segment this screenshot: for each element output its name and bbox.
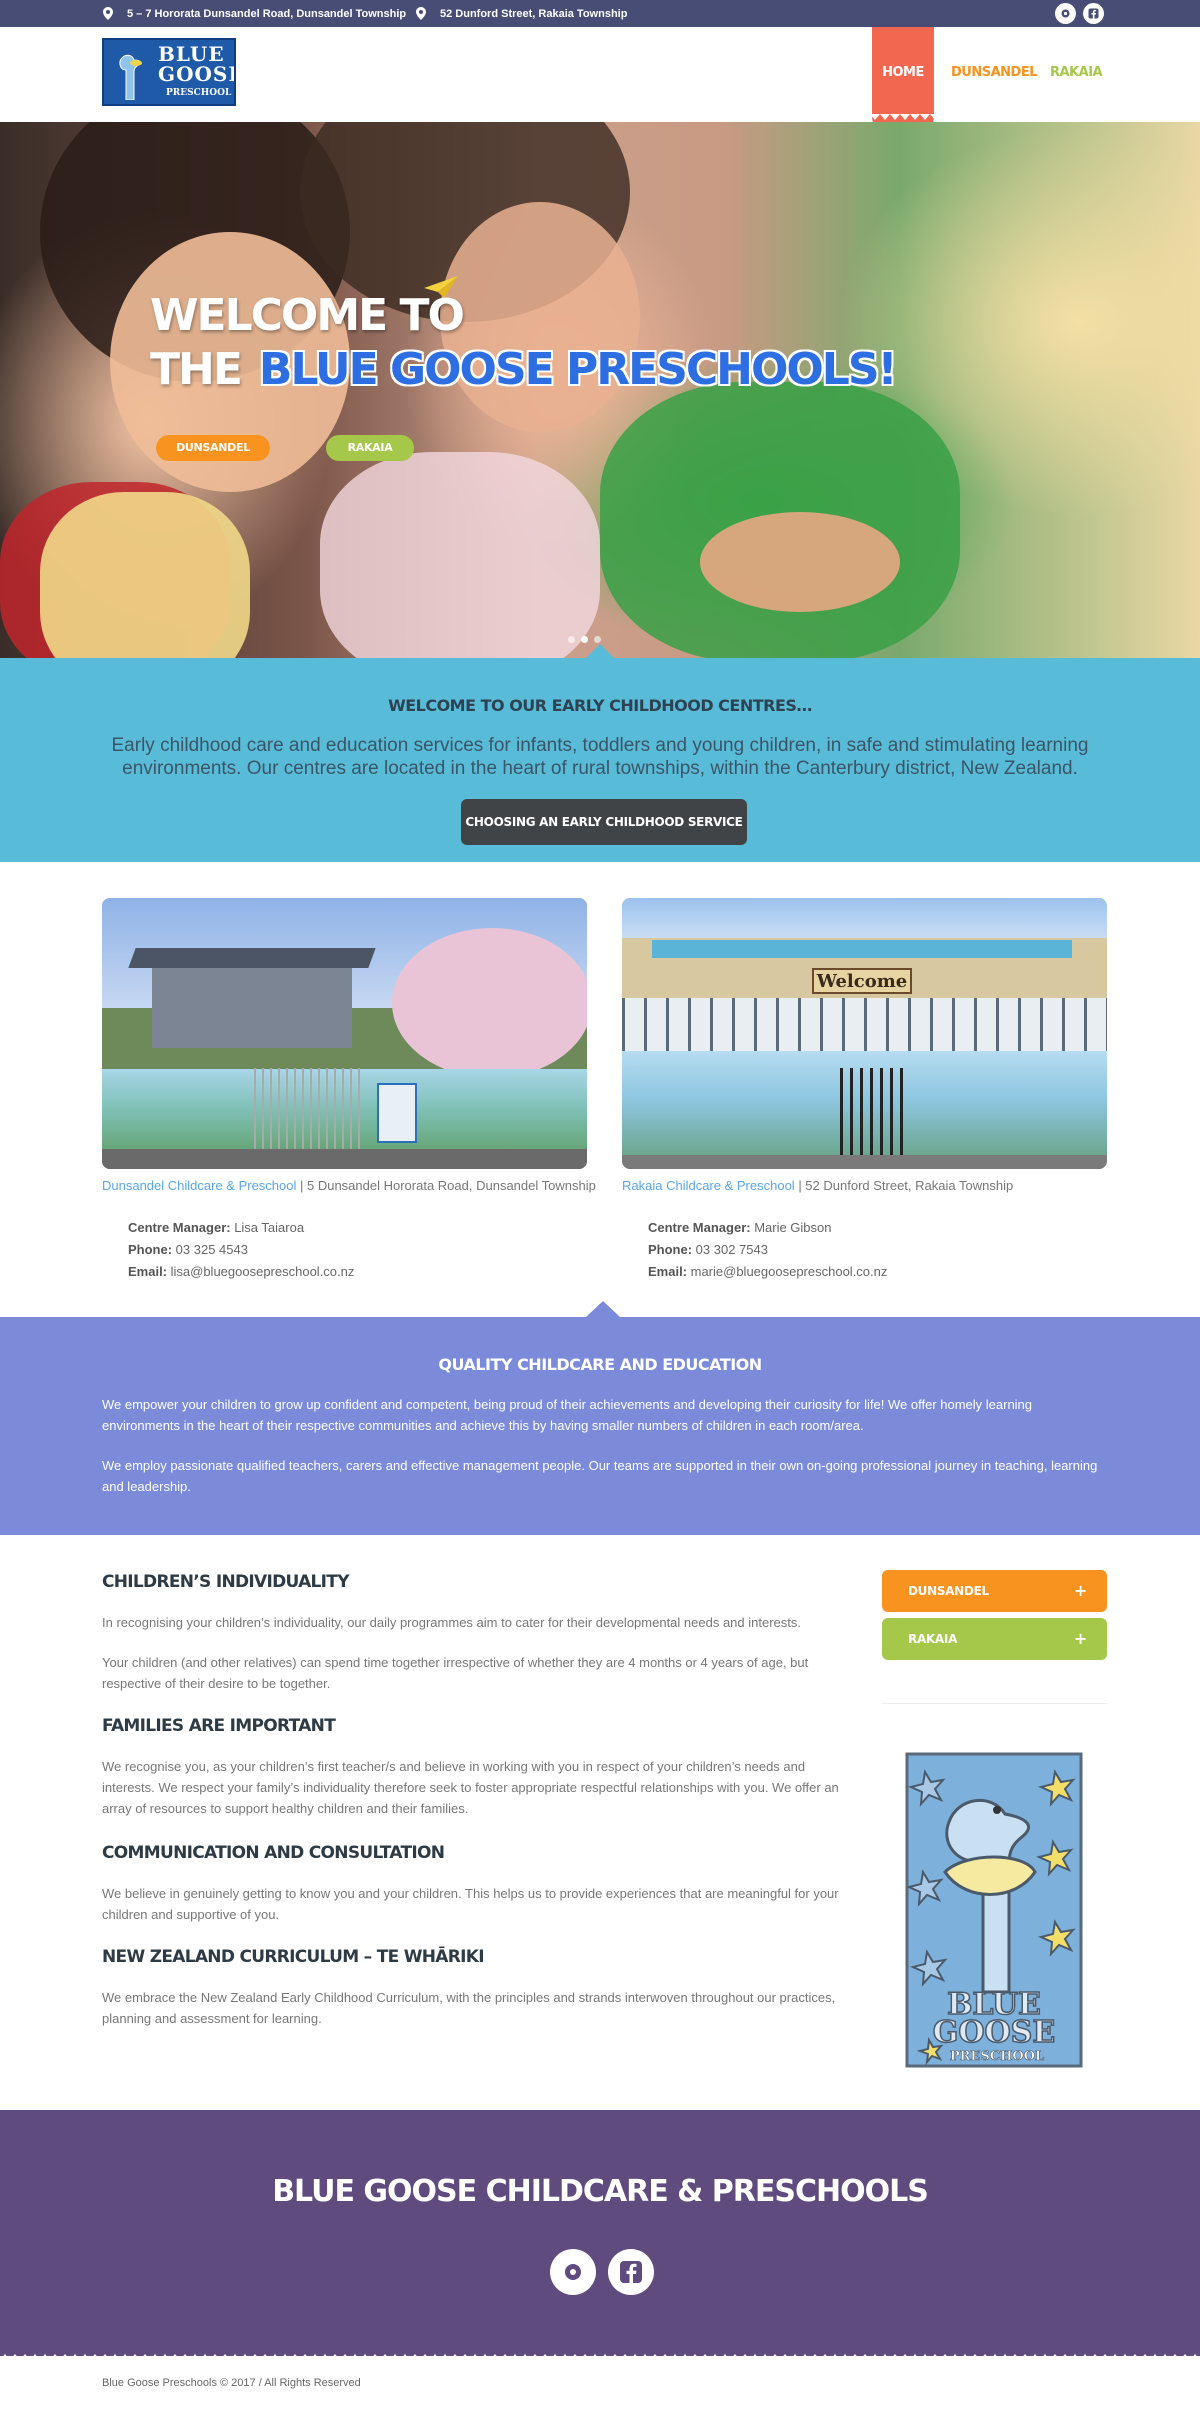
- address-dunsandel: 5 – 7 Hororata Dunsandel Road, Dunsandel…: [103, 7, 406, 20]
- manager-label: Centre Manager:: [128, 1220, 231, 1235]
- quality-paragraph-1: We empower your children to grow up conf…: [102, 1397, 1033, 1433]
- email-address[interactable]: marie@bluegoosepreschool.co.nz: [687, 1264, 888, 1279]
- footer-facebook-icon[interactable]: [608, 2249, 654, 2295]
- dunsandel-contact: Centre Manager: Lisa Taiaroa Phone: 03 3…: [128, 1217, 354, 1283]
- choosing-service-button[interactable]: CHOOSING AN EARLY CHILDHOOD SERVICE: [461, 799, 747, 845]
- email-address[interactable]: lisa@bluegoosepreschool.co.nz: [167, 1264, 355, 1279]
- phone-label: Phone:: [128, 1242, 173, 1257]
- paragraph-curriculum: We embrace the New Zealand Early Childho…: [102, 1990, 836, 2026]
- quality-heading: QUALITY CHILDCARE AND EDUCATION: [438, 1355, 762, 1374]
- rakaia-caption: Rakaia Childcare & Preschool | 52 Dunfor…: [622, 1178, 1013, 1193]
- heading-curriculum: NEW ZEALAND CURRICULUM – TE WHĀRIKI: [102, 1947, 485, 1967]
- hero-title-line2: THE BLUE GOOSE PRESCHOOLS!: [150, 344, 898, 395]
- logo-text-line2: GOOSE: [158, 62, 236, 86]
- heading-individuality: CHILDREN’S INDIVIDUALITY: [102, 1572, 350, 1592]
- accordion-label: DUNSANDEL: [908, 1584, 989, 1598]
- paragraph-communication: We believe in genuinely getting to know …: [102, 1886, 839, 1922]
- plus-icon: +: [1073, 1581, 1087, 1600]
- dunsandel-address: | 5 Dunsandel Hororata Road, Dunsandel T…: [296, 1178, 596, 1193]
- slider-dot[interactable]: [581, 636, 588, 643]
- dunsandel-centre-link[interactable]: Dunsandel Childcare & Preschool: [102, 1178, 296, 1193]
- heading-families: FAMILIES ARE IMPORTANT: [102, 1716, 336, 1736]
- rakaia-contact: Centre Manager: Marie Gibson Phone: 03 3…: [648, 1217, 887, 1283]
- rakaia-centre-link[interactable]: Rakaia Childcare & Preschool: [622, 1178, 795, 1193]
- phone-number[interactable]: 03 302 7543: [692, 1242, 768, 1257]
- hero-title-line1: WELCOME TO: [150, 290, 465, 341]
- goose-badge-icon: BLUE GOOSE PRESCHOOL: [905, 1752, 1083, 2068]
- section-arrow: [586, 1301, 620, 1317]
- hero-title-the: THE: [150, 344, 243, 395]
- nav-dunsandel[interactable]: DUNSANDEL: [951, 65, 1038, 80]
- footer-heading: BLUE GOOSE CHILDCARE & PRESCHOOLS: [272, 2174, 929, 2209]
- dunsandel-centre-photo[interactable]: [102, 898, 587, 1169]
- section-arrow: [586, 644, 614, 658]
- quality-section: QUALITY CHILDCARE AND EDUCATION We empow…: [0, 1301, 1200, 1535]
- manager-name: Lisa Taiaroa: [230, 1220, 305, 1235]
- top-bar: 5 – 7 Hororata Dunsandel Road, Dunsandel…: [0, 0, 1200, 27]
- address-rakaia: 52 Dunford Street, Rakaia Township: [416, 7, 627, 20]
- rakaia-address: | 52 Dunford Street, Rakaia Township: [794, 1178, 1014, 1193]
- copyright-text: Blue Goose Preschools © 2017 / All Right…: [102, 2377, 361, 2389]
- heading-communication: COMMUNICATION AND CONSULTATION: [102, 1843, 445, 1863]
- site-logo[interactable]: BLUE GOOSE PRESCHOOL: [102, 38, 236, 106]
- welcome-text: Early childhood care and education servi…: [111, 735, 1089, 779]
- rakaia-centre-photo[interactable]: Welcome: [622, 898, 1107, 1169]
- hero-banner: WELCOME TO THE BLUE GOOSE PRESCHOOLS! DUN…: [0, 122, 1200, 658]
- email-label: Email:: [648, 1264, 688, 1279]
- paragraph-individuality-2: Your children (and other relatives) can …: [102, 1655, 809, 1691]
- hero-title-brand: BLUE GOOSE PRESCHOOLS!: [258, 344, 898, 395]
- accordion-label: RAKAIA: [908, 1632, 958, 1646]
- sidebar-divider: [882, 1703, 1107, 1704]
- goose-logo-icon: [119, 54, 142, 100]
- footer-circle-icon[interactable]: [550, 2249, 596, 2295]
- quality-paragraph-2: We employ passionate qualified teachers,…: [102, 1458, 1098, 1494]
- logo-text-line3: PRESCHOOL: [166, 88, 232, 98]
- site-header: BLUE GOOSE PRESCHOOL HOME DUNSANDEL RAKA…: [0, 27, 1200, 131]
- paper-plane-icon: [424, 276, 458, 298]
- welcome-heading: WELCOME TO OUR EARLY CHILDHOOD CENTRES…: [388, 696, 812, 715]
- site-footer: BLUE GOOSE CHILDCARE & PRESCHOOLS: [0, 2110, 1200, 2356]
- hero-rakaia-button[interactable]: RAKAIA: [326, 435, 414, 461]
- social-circle-icon[interactable]: [1055, 3, 1076, 24]
- logo-text-line1: BLUE: [158, 42, 225, 66]
- accordion-dunsandel[interactable]: DUNSANDEL +: [882, 1570, 1107, 1612]
- map-pin-icon: [416, 7, 426, 20]
- slider-dot[interactable]: [594, 636, 601, 643]
- zigzag-border: [0, 114, 1200, 122]
- facebook-icon[interactable]: [1083, 3, 1104, 24]
- plus-icon: +: [1073, 1629, 1087, 1648]
- welcome-sign: Welcome: [812, 968, 912, 994]
- paragraph-families: We recognise you, as your children’s fir…: [102, 1759, 839, 1816]
- slider-dots: [568, 636, 601, 643]
- accordion-rakaia[interactable]: RAKAIA +: [882, 1618, 1107, 1660]
- manager-name: Marie Gibson: [750, 1220, 832, 1235]
- blue-goose-badge: BLUE GOOSE PRESCHOOL: [905, 1752, 1083, 2068]
- map-pin-icon: [103, 7, 113, 20]
- badge-text-line3: PRESCHOOL: [950, 2049, 1044, 2064]
- address-text: 52 Dunford Street, Rakaia Township: [440, 7, 628, 20]
- manager-label: Centre Manager:: [648, 1220, 751, 1235]
- nav-rakaia[interactable]: RAKAIA: [1050, 65, 1103, 80]
- slider-dot[interactable]: [568, 636, 575, 643]
- dunsandel-caption: Dunsandel Childcare & Preschool | 5 Duns…: [102, 1178, 596, 1193]
- address-text: 5 – 7 Hororata Dunsandel Road, Dunsandel…: [127, 7, 407, 20]
- paragraph-individuality-1: In recognising your children’s individua…: [102, 1615, 801, 1630]
- welcome-section: WELCOME TO OUR EARLY CHILDHOOD CENTRES… …: [0, 644, 1200, 862]
- email-label: Email:: [128, 1264, 168, 1279]
- hero-dunsandel-button[interactable]: DUNSANDEL: [156, 435, 270, 461]
- phone-number[interactable]: 03 325 4543: [172, 1242, 248, 1257]
- zigzag-border: [0, 2352, 1200, 2360]
- phone-label: Phone:: [648, 1242, 693, 1257]
- badge-text-line2: GOOSE: [933, 2015, 1055, 2050]
